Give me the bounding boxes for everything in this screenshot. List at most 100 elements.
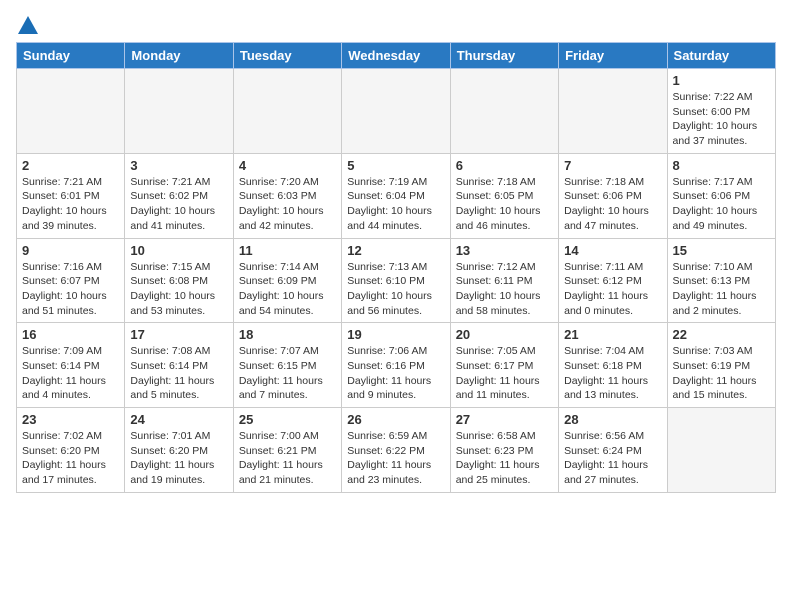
page-header [16,16,776,32]
calendar-cell [17,69,125,154]
week-row-1: 1 Sunrise: 7:22 AM Sunset: 6:00 PM Daylig… [17,69,776,154]
day-info: Sunrise: 7:13 AM Sunset: 6:10 PM Dayligh… [347,260,444,319]
calendar-cell [125,69,233,154]
calendar-cell: 1 Sunrise: 7:22 AM Sunset: 6:00 PM Daylig… [667,69,775,154]
calendar-cell: 7 Sunrise: 7:18 AM Sunset: 6:06 PM Daylig… [559,153,667,238]
day-info: Sunrise: 7:18 AM Sunset: 6:06 PM Dayligh… [564,175,661,234]
day-number: 23 [22,412,119,427]
calendar-cell: 6 Sunrise: 7:18 AM Sunset: 6:05 PM Daylig… [450,153,558,238]
calendar-header-row: SundayMondayTuesdayWednesdayThursdayFrid… [17,43,776,69]
week-row-2: 2 Sunrise: 7:21 AM Sunset: 6:01 PM Daylig… [17,153,776,238]
calendar-cell: 27 Sunrise: 6:58 AM Sunset: 6:23 PM Dayli… [450,408,558,493]
day-info: Sunrise: 7:17 AM Sunset: 6:06 PM Dayligh… [673,175,770,234]
calendar-cell: 24 Sunrise: 7:01 AM Sunset: 6:20 PM Dayli… [125,408,233,493]
day-number: 25 [239,412,336,427]
day-number: 16 [22,327,119,342]
day-number: 26 [347,412,444,427]
header-thursday: Thursday [450,43,558,69]
logo [16,16,38,32]
calendar-cell [450,69,558,154]
header-monday: Monday [125,43,233,69]
day-info: Sunrise: 7:03 AM Sunset: 6:19 PM Dayligh… [673,344,770,403]
calendar-cell: 4 Sunrise: 7:20 AM Sunset: 6:03 PM Daylig… [233,153,341,238]
day-number: 27 [456,412,553,427]
day-info: Sunrise: 7:07 AM Sunset: 6:15 PM Dayligh… [239,344,336,403]
day-info: Sunrise: 7:06 AM Sunset: 6:16 PM Dayligh… [347,344,444,403]
calendar-cell: 15 Sunrise: 7:10 AM Sunset: 6:13 PM Dayli… [667,238,775,323]
calendar-cell [342,69,450,154]
day-info: Sunrise: 7:21 AM Sunset: 6:02 PM Dayligh… [130,175,227,234]
day-number: 7 [564,158,661,173]
day-number: 14 [564,243,661,258]
calendar-cell: 10 Sunrise: 7:15 AM Sunset: 6:08 PM Dayli… [125,238,233,323]
day-number: 21 [564,327,661,342]
day-info: Sunrise: 7:09 AM Sunset: 6:14 PM Dayligh… [22,344,119,403]
calendar-cell [233,69,341,154]
calendar-cell [667,408,775,493]
day-info: Sunrise: 7:04 AM Sunset: 6:18 PM Dayligh… [564,344,661,403]
day-info: Sunrise: 6:58 AM Sunset: 6:23 PM Dayligh… [456,429,553,488]
calendar-cell: 9 Sunrise: 7:16 AM Sunset: 6:07 PM Daylig… [17,238,125,323]
calendar-cell: 19Sunrise: 7:06 AM Sunset: 6:16 PM Dayli… [342,323,450,408]
day-info: Sunrise: 6:56 AM Sunset: 6:24 PM Dayligh… [564,429,661,488]
calendar-cell: 2 Sunrise: 7:21 AM Sunset: 6:01 PM Daylig… [17,153,125,238]
day-number: 12 [347,243,444,258]
calendar-cell: 12 Sunrise: 7:13 AM Sunset: 6:10 PM Dayli… [342,238,450,323]
day-number: 13 [456,243,553,258]
calendar-cell: 11 Sunrise: 7:14 AM Sunset: 6:09 PM Dayli… [233,238,341,323]
day-number: 6 [456,158,553,173]
calendar-cell: 18 Sunrise: 7:07 AM Sunset: 6:15 PM Dayli… [233,323,341,408]
day-info: Sunrise: 7:18 AM Sunset: 6:05 PM Dayligh… [456,175,553,234]
day-number: 15 [673,243,770,258]
calendar-cell: 17 Sunrise: 7:08 AM Sunset: 6:14 PM Dayli… [125,323,233,408]
day-info: Sunrise: 7:14 AM Sunset: 6:09 PM Dayligh… [239,260,336,319]
day-info: Sunrise: 7:08 AM Sunset: 6:14 PM Dayligh… [130,344,227,403]
day-info: Sunrise: 7:16 AM Sunset: 6:07 PM Dayligh… [22,260,119,319]
calendar-cell: 14Sunrise: 7:11 AM Sunset: 6:12 PM Dayli… [559,238,667,323]
day-info: Sunrise: 7:01 AM Sunset: 6:20 PM Dayligh… [130,429,227,488]
calendar-cell: 25 Sunrise: 7:00 AM Sunset: 6:21 PM Dayli… [233,408,341,493]
day-number: 18 [239,327,336,342]
header-tuesday: Tuesday [233,43,341,69]
week-row-3: 9 Sunrise: 7:16 AM Sunset: 6:07 PM Daylig… [17,238,776,323]
day-info: Sunrise: 7:00 AM Sunset: 6:21 PM Dayligh… [239,429,336,488]
calendar-cell: 3 Sunrise: 7:21 AM Sunset: 6:02 PM Daylig… [125,153,233,238]
day-number: 9 [22,243,119,258]
day-info: Sunrise: 7:15 AM Sunset: 6:08 PM Dayligh… [130,260,227,319]
header-wednesday: Wednesday [342,43,450,69]
day-info: Sunrise: 7:05 AM Sunset: 6:17 PM Dayligh… [456,344,553,403]
day-info: Sunrise: 7:12 AM Sunset: 6:11 PM Dayligh… [456,260,553,319]
day-info: Sunrise: 7:19 AM Sunset: 6:04 PM Dayligh… [347,175,444,234]
week-row-5: 23 Sunrise: 7:02 AM Sunset: 6:20 PM Dayli… [17,408,776,493]
day-number: 28 [564,412,661,427]
calendar-cell: 13 Sunrise: 7:12 AM Sunset: 6:11 PM Dayli… [450,238,558,323]
header-friday: Friday [559,43,667,69]
day-info: Sunrise: 7:21 AM Sunset: 6:01 PM Dayligh… [22,175,119,234]
calendar-cell [559,69,667,154]
calendar-cell: 26 Sunrise: 6:59 AM Sunset: 6:22 PM Dayli… [342,408,450,493]
day-number: 24 [130,412,227,427]
week-row-4: 16 Sunrise: 7:09 AM Sunset: 6:14 PM Dayli… [17,323,776,408]
day-number: 5 [347,158,444,173]
day-info: Sunrise: 7:02 AM Sunset: 6:20 PM Dayligh… [22,429,119,488]
day-number: 8 [673,158,770,173]
day-info: Sunrise: 7:22 AM Sunset: 6:00 PM Dayligh… [673,90,770,149]
calendar-cell: 5 Sunrise: 7:19 AM Sunset: 6:04 PM Daylig… [342,153,450,238]
calendar-cell: 21 Sunrise: 7:04 AM Sunset: 6:18 PM Dayli… [559,323,667,408]
calendar-cell: 16 Sunrise: 7:09 AM Sunset: 6:14 PM Dayli… [17,323,125,408]
day-number: 2 [22,158,119,173]
day-number: 20 [456,327,553,342]
day-number: 3 [130,158,227,173]
day-number: 17 [130,327,227,342]
day-number: 11 [239,243,336,258]
day-number: 4 [239,158,336,173]
day-number: 22 [673,327,770,342]
day-info: Sunrise: 7:20 AM Sunset: 6:03 PM Dayligh… [239,175,336,234]
day-info: Sunrise: 6:59 AM Sunset: 6:22 PM Dayligh… [347,429,444,488]
calendar-cell: 20 Sunrise: 7:05 AM Sunset: 6:17 PM Dayli… [450,323,558,408]
day-number: 1 [673,73,770,88]
day-info: Sunrise: 7:10 AM Sunset: 6:13 PM Dayligh… [673,260,770,319]
day-number: 10 [130,243,227,258]
calendar-table: SundayMondayTuesdayWednesdayThursdayFrid… [16,42,776,493]
header-saturday: Saturday [667,43,775,69]
